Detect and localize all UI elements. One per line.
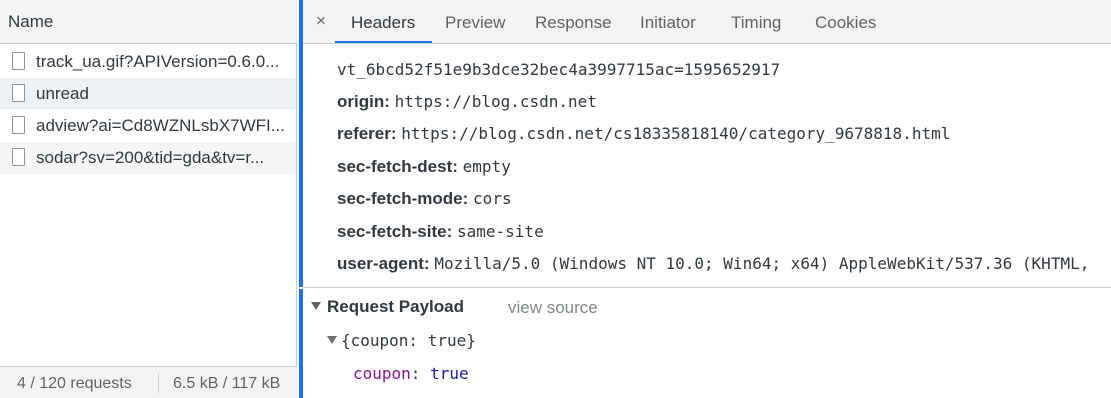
- header-row-sec-fetch-dest: sec-fetch-dest: empty: [337, 157, 511, 177]
- request-count: 4 / 120 requests: [17, 375, 132, 392]
- payload-property-value: true: [430, 364, 469, 383]
- request-list-header: Name: [0, 0, 297, 44]
- request-headers: vt_6bcd52f51e9b3dce32bec4a3997715ac=1595…: [303, 44, 1111, 287]
- tab-response[interactable]: Response: [535, 0, 612, 44]
- request-payload-toggle[interactable]: Request Payload: [311, 297, 464, 317]
- request-details-pane: × Headers Preview Response Initiator Tim…: [303, 0, 1111, 398]
- tab-timing[interactable]: Timing: [731, 0, 781, 44]
- request-list: track_ua.gif?APIVersion=0.6.0... unread …: [0, 46, 296, 174]
- header-key: referer:: [337, 124, 397, 143]
- tab-headers[interactable]: Headers: [351, 0, 415, 44]
- header-value: cors: [473, 189, 512, 208]
- details-tab-bar: × Headers Preview Response Initiator Tim…: [303, 0, 1111, 44]
- header-value: https://blog.csdn.net: [394, 92, 597, 111]
- header-key: user-agent:: [337, 254, 430, 273]
- status-bar: 4 / 120 requests 6.5 kB / 117 kB: [0, 366, 297, 398]
- header-value: empty: [462, 157, 511, 176]
- expand-triangle-icon: [311, 302, 321, 311]
- request-row[interactable]: sodar?sv=200&tid=gda&tv=r...: [0, 142, 296, 174]
- header-value: Mozilla/5.0 (Windows NT 10.0; Win64; x64…: [434, 254, 1090, 273]
- tab-cookies[interactable]: Cookies: [815, 0, 876, 44]
- tab-preview[interactable]: Preview: [445, 0, 505, 44]
- header-key: sec-fetch-dest:: [337, 157, 458, 176]
- file-icon: [12, 84, 25, 102]
- view-source-link[interactable]: view source: [508, 298, 598, 318]
- payload-property-colon: :: [410, 364, 421, 383]
- name-column-header[interactable]: Name: [8, 12, 53, 32]
- header-key: sec-fetch-mode:: [337, 189, 469, 208]
- header-row-origin: origin: https://blog.csdn.net: [337, 92, 597, 112]
- request-payload-title: Request Payload: [327, 297, 464, 316]
- request-name: sodar?sv=200&tid=gda&tv=r...: [36, 148, 265, 167]
- request-name: unread: [36, 84, 89, 103]
- request-row-selected[interactable]: unread: [0, 78, 296, 110]
- request-name: track_ua.gif?APIVersion=0.6.0...: [36, 52, 280, 71]
- payload-object-summary: {coupon: true}: [341, 331, 476, 350]
- file-icon: [12, 52, 25, 70]
- header-row-user-agent: user-agent: Mozilla/5.0 (Windows NT 10.0…: [337, 254, 1089, 274]
- devtools-network-panel: Name track_ua.gif?APIVersion=0.6.0... un…: [0, 0, 1111, 398]
- header-key: origin:: [337, 92, 390, 111]
- status-divider: [158, 373, 159, 393]
- header-row-sec-fetch-site: sec-fetch-site: same-site: [337, 222, 544, 242]
- payload-property-key: coupon: [353, 364, 411, 383]
- close-icon[interactable]: ×: [312, 11, 330, 31]
- file-icon: [12, 148, 25, 166]
- header-row-referer: referer: https://blog.csdn.net/cs1833581…: [337, 124, 950, 144]
- expand-triangle-icon: [327, 336, 337, 344]
- header-value: same-site: [457, 222, 544, 241]
- file-icon: [12, 116, 25, 134]
- request-row[interactable]: adview?ai=Cd8WZNLsbX7WFI...: [0, 110, 296, 142]
- header-row-sec-fetch-mode: sec-fetch-mode: cors: [337, 189, 512, 209]
- request-payload-section: Request Payload view source {coupon: tru…: [303, 288, 1111, 398]
- payload-object-toggle[interactable]: {coupon: true}: [327, 331, 476, 350]
- payload-property: coupon: true: [353, 364, 469, 383]
- header-value-continued: vt_6bcd52f51e9b3dce32bec4a3997715ac=1595…: [337, 60, 781, 79]
- request-row[interactable]: track_ua.gif?APIVersion=0.6.0...: [0, 46, 296, 78]
- header-value: https://blog.csdn.net/cs18335818140/cate…: [401, 124, 951, 143]
- transfer-size: 6.5 kB / 117 kB: [173, 375, 281, 392]
- tab-initiator[interactable]: Initiator: [640, 0, 696, 44]
- request-list-pane: Name track_ua.gif?APIVersion=0.6.0... un…: [0, 0, 297, 398]
- request-name: adview?ai=Cd8WZNLsbX7WFI...: [36, 116, 285, 135]
- active-tab-indicator: [335, 41, 432, 43]
- header-key: sec-fetch-site:: [337, 222, 453, 241]
